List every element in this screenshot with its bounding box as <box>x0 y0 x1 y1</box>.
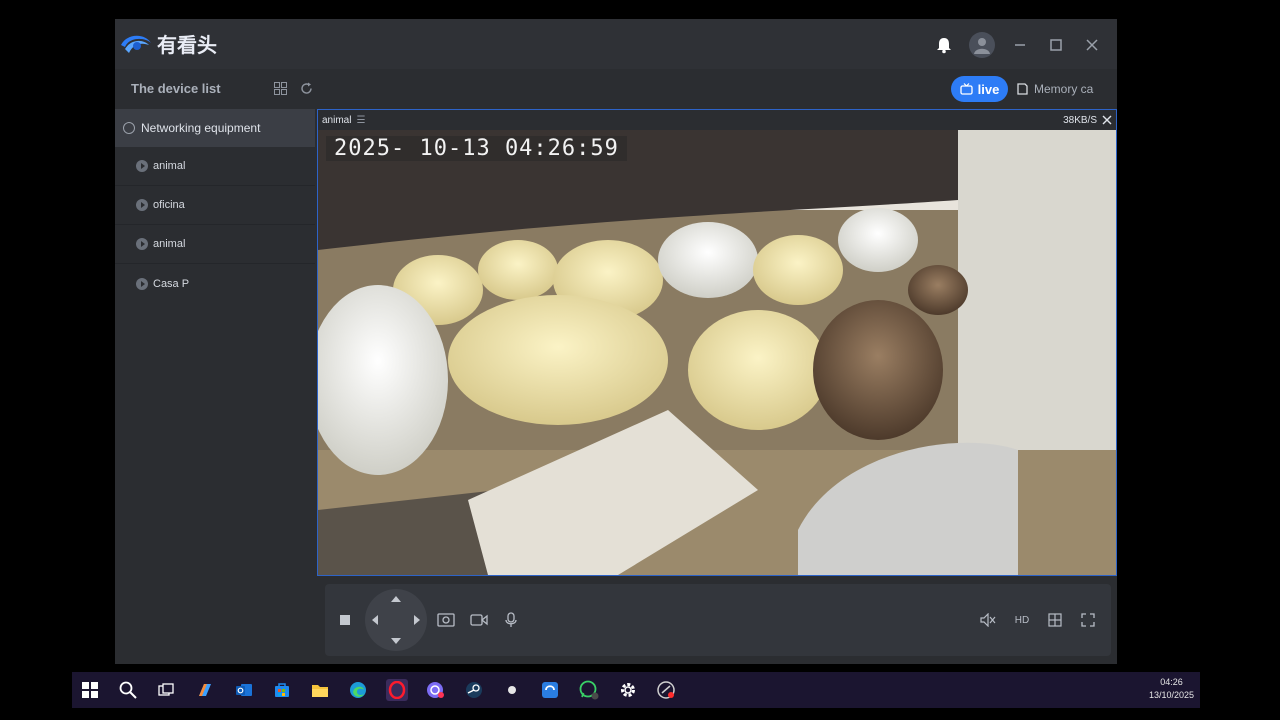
security-app-icon[interactable] <box>539 679 561 701</box>
sidebar-group-networking[interactable]: Networking equipment <box>115 109 315 147</box>
sd-card-icon <box>1017 83 1028 95</box>
hd-button[interactable]: HD <box>1010 608 1034 632</box>
search-icon[interactable] <box>117 679 139 701</box>
sidebar-item-oficina[interactable]: oficina <box>115 186 315 225</box>
steam-icon[interactable] <box>463 679 485 701</box>
settings-icon[interactable] <box>617 679 639 701</box>
tv-icon <box>960 83 973 95</box>
clock-time: 04:26 <box>1160 677 1183 687</box>
device-list-title: The device list <box>131 81 221 96</box>
minimize-icon[interactable] <box>1009 34 1031 56</box>
sidebar-item-casa-p[interactable]: Casa P <box>115 264 315 303</box>
live-button[interactable]: live <box>951 76 1008 102</box>
windows-start-icon[interactable] <box>79 679 101 701</box>
user-icon <box>974 38 990 54</box>
avatar[interactable] <box>969 32 995 58</box>
sidebar-item-animal[interactable]: animal <box>115 147 315 186</box>
device-sidebar: Networking equipment animal oficina anim… <box>115 109 315 664</box>
play-icon <box>136 277 148 290</box>
play-icon <box>136 238 148 250</box>
channel-name: animal <box>322 114 352 126</box>
opera-icon[interactable] <box>386 679 408 701</box>
live-label: live <box>977 81 1000 97</box>
app-logo: 有看头 <box>119 29 217 58</box>
bell-icon[interactable] <box>933 34 955 56</box>
mute-icon[interactable] <box>976 608 1000 632</box>
close-icon[interactable] <box>1081 34 1103 56</box>
ptz-up-icon[interactable] <box>391 596 401 602</box>
ptz-down-icon[interactable] <box>391 638 401 644</box>
device-label: oficina <box>153 199 185 211</box>
bitrate: 38KB/S <box>1063 114 1097 126</box>
record-video-icon[interactable] <box>467 608 491 632</box>
window-controls <box>933 32 1103 58</box>
stop-icon[interactable] <box>333 608 357 632</box>
logo-text: 有看头 <box>157 35 217 57</box>
copilot-icon[interactable] <box>194 679 216 701</box>
windows-taskbar: 04:26 13/10/2025 <box>72 672 1200 708</box>
app-window: 有看头 The device list live Memory ca Netwo… <box>115 19 1117 664</box>
globe-icon <box>123 122 135 134</box>
group-label: Networking equipment <box>141 121 261 135</box>
menu-icon[interactable]: ☰ <box>356 115 365 126</box>
edge-icon[interactable] <box>347 679 369 701</box>
logo-eye-icon <box>121 35 151 53</box>
camera-image <box>318 130 1116 575</box>
system-clock[interactable]: 04:26 13/10/2025 <box>1149 676 1194 702</box>
device-label: animal <box>153 238 186 250</box>
device-label: Casa P <box>153 277 190 290</box>
sub-header: The device list live Memory ca <box>115 69 1117 109</box>
playback-controls: HD <box>325 584 1111 656</box>
refresh-icon[interactable] <box>298 80 314 96</box>
app-dot-icon[interactable] <box>501 679 523 701</box>
camera-feed[interactable]: 2025- 10-13 04:26:59 <box>318 130 1116 575</box>
play-icon <box>136 199 148 211</box>
store-icon[interactable] <box>271 679 293 701</box>
ptz-left-icon[interactable] <box>372 615 378 625</box>
memory-tab-label: Memory ca <box>1034 82 1094 96</box>
video-header: animal ☰ 38KB/S <box>318 110 1116 130</box>
play-icon <box>136 160 148 172</box>
ptz-right-icon[interactable] <box>414 615 420 625</box>
grid-view-icon[interactable] <box>272 80 288 96</box>
memory-card-tab[interactable]: Memory ca <box>1017 76 1117 102</box>
outlook-icon[interactable] <box>233 679 255 701</box>
split-screen-icon[interactable] <box>1043 608 1067 632</box>
ptz-control[interactable] <box>365 589 427 651</box>
task-view-icon[interactable] <box>155 679 177 701</box>
screenshot-icon[interactable] <box>434 608 458 632</box>
camera-app-icon[interactable] <box>655 679 677 701</box>
close-video-icon[interactable] <box>1102 115 1112 125</box>
opera-gx-icon[interactable] <box>424 679 446 701</box>
maximize-icon[interactable] <box>1045 34 1067 56</box>
video-timestamp: 2025- 10-13 04:26:59 <box>326 136 627 161</box>
title-bar: 有看头 <box>115 19 1117 69</box>
whatsapp-icon[interactable] <box>578 679 600 701</box>
video-panel[interactable]: animal ☰ 38KB/S 2025- 10-13 04:26:59 <box>317 109 1117 576</box>
file-explorer-icon[interactable] <box>309 679 331 701</box>
device-label: animal <box>153 160 186 172</box>
clock-date: 13/10/2025 <box>1148 690 1194 700</box>
microphone-icon[interactable] <box>499 608 523 632</box>
fullscreen-icon[interactable] <box>1076 608 1100 632</box>
sidebar-item-animal-2[interactable]: animal <box>115 225 315 264</box>
